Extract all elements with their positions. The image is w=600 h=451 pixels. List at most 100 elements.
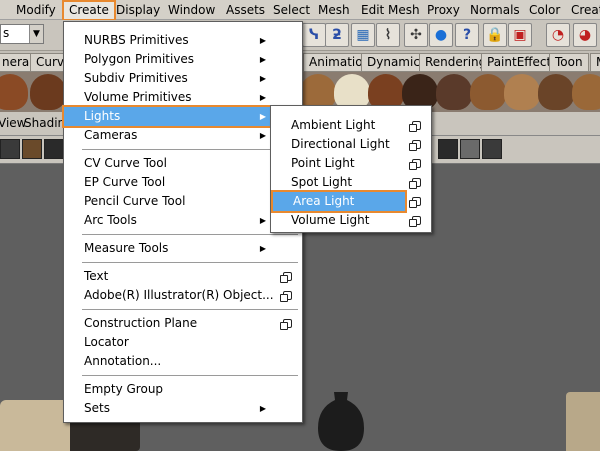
menu-item-label: Adobe(R) Illustrator(R) Object... [84,288,274,302]
hair-preset-icon[interactable] [538,74,574,110]
panel-menu-shading[interactable]: Shadin [24,116,65,130]
menu-item-area-light[interactable]: Area Light [271,190,407,213]
menu-item-label: Lights [84,109,121,123]
menu-item-subdiv-primitives[interactable]: Subdiv Primitives ▶ [64,69,302,88]
menu-display[interactable]: Display [111,2,165,19]
menu-assets[interactable]: Assets [221,2,270,19]
hair-preset-icon[interactable] [572,74,600,110]
option-box-icon[interactable] [409,159,421,170]
submenu-arrow-icon: ▶ [259,404,266,413]
render-sphere-icon[interactable]: ● [429,23,453,47]
menu-normals[interactable]: Normals [465,2,525,19]
tab-more[interactable]: M [590,53,600,71]
magnet-icon[interactable]: ◔ [546,23,570,47]
snap-point-icon[interactable]: ƻ [325,23,349,47]
menu-item-label: Empty Group [84,382,164,396]
snap-curve-icon[interactable]: ᓭ [302,23,326,47]
menu-item-measure-tools[interactable]: Measure Tools ▶ [64,239,302,258]
menu-item-cv-curve-tool[interactable]: CV Curve Tool [64,154,302,173]
menu-item-cameras[interactable]: Cameras ▶ [64,126,302,145]
option-box-icon[interactable] [280,272,292,283]
panel-menu-view[interactable]: View [0,116,26,130]
menu-window[interactable]: Window [163,2,220,19]
select-highlight-icon[interactable]: ▣ [508,23,532,47]
menu-item-label: Subdiv Primitives [84,71,188,85]
menu-item-label: Annotation... [84,354,162,368]
menu-item-lights[interactable]: Lights ▶ [62,105,272,128]
help-icon[interactable]: ? [455,23,479,47]
menu-item-volume-primitives[interactable]: Volume Primitives ▶ [64,88,302,107]
snap-plane-icon[interactable]: ▦ [351,23,375,47]
menu-item-arc-tools[interactable]: Arc Tools ▶ [64,211,302,230]
area-light-option-cell [405,192,431,211]
menu-item-empty-group[interactable]: Empty Group [64,380,302,399]
lights-submenu: Ambient Light Directional Light Point Li… [270,105,432,233]
menu-item-nurbs-primitives[interactable]: NURBS Primitives ▶ [64,31,302,50]
menu-modify[interactable]: Modify [11,2,61,19]
menu-create-deformers[interactable]: Creat [566,2,600,19]
menu-item-spot-light[interactable]: Spot Light [271,173,431,192]
menu-item-annotation[interactable]: Annotation... [64,352,302,371]
menu-set-combo[interactable]: s ▼ [0,24,44,44]
menu-item-directional-light[interactable]: Directional Light [271,135,431,154]
menu-item-label: EP Curve Tool [84,175,166,189]
menu-item-illustrator-object[interactable]: Adobe(R) Illustrator(R) Object... [64,286,302,305]
menu-item-label: Arc Tools [84,213,137,227]
menu-item-label: Construction Plane [84,316,198,330]
snap-surface-icon[interactable]: ⌇ [376,23,400,47]
hair-preset-icon[interactable] [30,74,66,110]
menu-item-label: Pencil Curve Tool [84,194,186,208]
hair-preset-icon[interactable] [470,74,506,110]
submenu-arrow-icon: ▶ [259,112,266,121]
hair-preset-icon[interactable] [504,74,540,110]
create-menu: NURBS Primitives ▶ Polygon Primitives ▶ Su… [62,21,303,423]
shade-icon[interactable] [438,139,458,159]
menu-item-polygon-primitives[interactable]: Polygon Primitives ▶ [64,50,302,69]
camera-icon[interactable] [0,139,20,159]
option-box-icon[interactable] [409,140,421,151]
menu-item-ambient-light[interactable]: Ambient Light [271,116,431,135]
xray-icon[interactable] [482,139,502,159]
snap-magnet-icon[interactable]: ◕ [573,23,597,47]
menu-create[interactable]: Create [62,0,116,21]
hair-preset-icon[interactable] [0,74,28,110]
menu-color[interactable]: Color [524,2,565,19]
menu-item-point-light[interactable]: Point Light [271,154,431,173]
menu-item-label: Text [84,269,109,283]
option-box-icon[interactable] [409,216,421,227]
bookmark-icon[interactable] [22,139,42,159]
menu-item-construction-plane[interactable]: Construction Plane [64,314,302,333]
submenu-arrow-icon: ▶ [259,244,266,253]
menu-item-ep-curve-tool[interactable]: EP Curve Tool [64,173,302,192]
option-box-icon[interactable] [280,291,292,302]
image-plane-icon[interactable] [44,139,64,159]
menu-set-value: s [3,26,10,40]
option-box-icon[interactable] [409,197,421,208]
menu-mesh[interactable]: Mesh [313,2,355,19]
menu-item-locator[interactable]: Locator [64,333,302,352]
menu-proxy[interactable]: Proxy [422,2,465,19]
menu-item-label: Directional Light [291,137,390,151]
lock-icon[interactable]: 🔒 [483,23,507,47]
menu-item-text[interactable]: Text [64,267,302,286]
chevron-down-icon[interactable]: ▼ [29,25,43,43]
tab-toon[interactable]: Toon [549,53,589,71]
bounding-box-icon[interactable] [460,139,480,159]
option-box-icon[interactable] [280,319,292,330]
menu-separator [82,375,298,376]
menu-item-label: Volume Primitives [84,90,192,104]
option-box-icon[interactable] [409,121,421,132]
menu-select[interactable]: Select [268,2,315,19]
submenu-arrow-icon: ▶ [259,93,266,102]
menu-edit-mesh[interactable]: Edit Mesh [356,2,425,19]
hair-preset-icon[interactable] [436,74,472,110]
vase-object [318,392,364,451]
history-icon[interactable]: ✣ [404,23,428,47]
menu-item-pencil-curve-tool[interactable]: Pencil Curve Tool [64,192,302,211]
menu-item-sets[interactable]: Sets ▶ [64,399,302,418]
submenu-arrow-icon: ▶ [259,216,266,225]
menu-separator [82,149,298,150]
menu-item-volume-light[interactable]: Volume Light [271,211,431,230]
menu-item-label: Locator [84,335,129,349]
option-box-icon[interactable] [409,178,421,189]
